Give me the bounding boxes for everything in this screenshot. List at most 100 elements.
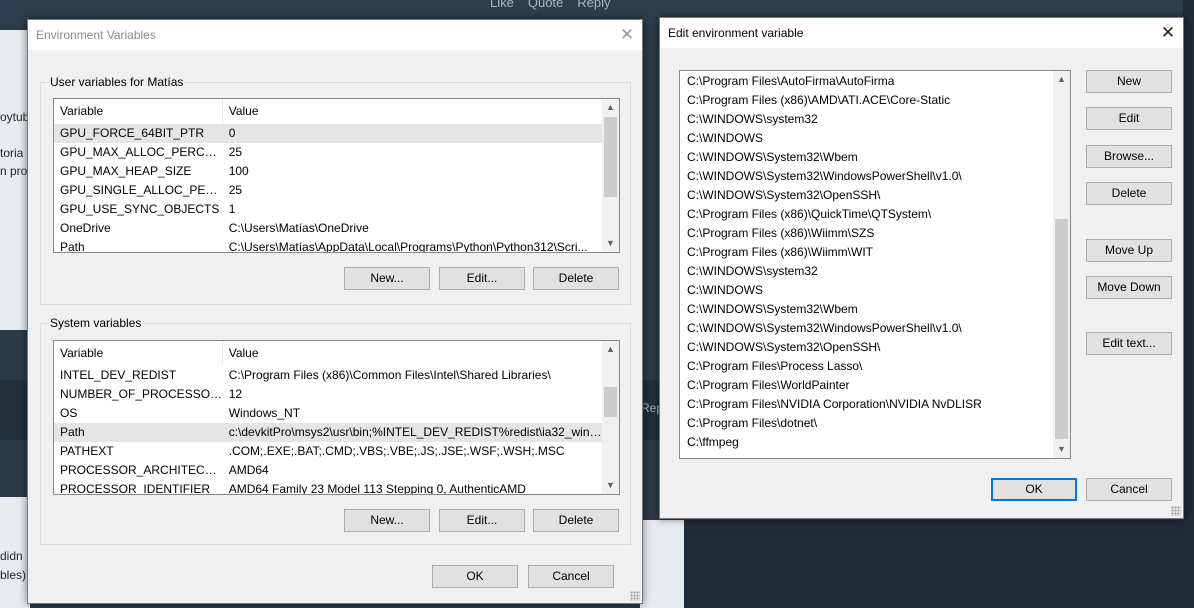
chevron-up-icon[interactable]: ▲	[602, 341, 619, 358]
cell-value: 100	[228, 164, 249, 178]
list-body: INTEL_DEV_REDIST C:\Program Files (x86)\…	[54, 366, 602, 495]
forum-dark-area	[684, 520, 1183, 608]
resize-grip-icon[interactable]	[1171, 506, 1181, 516]
vertical-scrollbar[interactable]: ▲ ▼	[602, 341, 619, 494]
list-header: Variable Value	[54, 99, 602, 123]
system-edit-button[interactable]: Edit...	[439, 509, 525, 532]
cell-variable: OS	[60, 406, 78, 420]
cancel-button[interactable]: Cancel	[1086, 478, 1172, 501]
cell-variable: INTEL_DEV_REDIST	[60, 368, 177, 382]
column-variable[interactable]: Variable	[54, 341, 223, 365]
list-item[interactable]: C:\WINDOWS\system32	[680, 110, 1053, 129]
scrollbar-thumb[interactable]	[604, 117, 617, 197]
system-variables-list[interactable]: Variable Value INTEL_DEV_REDIST C:\Progr…	[53, 340, 620, 495]
table-row[interactable]: NUMBER_OF_PROCESSORS 12	[54, 385, 602, 404]
chevron-down-icon[interactable]: ▼	[602, 477, 619, 494]
list-item[interactable]: C:\WINDOWS	[680, 129, 1053, 148]
environment-variables-window: Environment Variables ✕ User variables f…	[27, 19, 643, 604]
column-value[interactable]: Value	[223, 99, 602, 123]
forum-reply-fragment	[640, 520, 684, 608]
list-item[interactable]: C:\WINDOWS	[680, 281, 1053, 300]
list-item[interactable]: C:\Program Files\dotnet\	[680, 414, 1053, 433]
list-item[interactable]: C:\ffmpeg	[680, 433, 1053, 452]
like-link[interactable]: Like	[490, 0, 514, 10]
system-new-button[interactable]: New...	[344, 509, 430, 532]
title-bar[interactable]: Environment Variables ✕	[28, 20, 642, 50]
list-item[interactable]: C:\Program Files (x86)\Wiimm\WIT	[680, 243, 1053, 262]
table-row[interactable]: PROCESSOR_IDENTIFIER AMD64 Family 23 Mod…	[54, 480, 602, 495]
group-label: User variables for Matías	[49, 75, 185, 89]
cell-value: .COM;.EXE;.BAT;.CMD;.VBS;.VBE;.JS;.JSE;.…	[228, 444, 565, 458]
reply-link[interactable]: Reply	[577, 0, 610, 10]
forum-post-actions: Like Quote Reply	[490, 0, 611, 10]
table-row[interactable]: OneDrive C:\Users\Matías\OneDrive	[54, 219, 602, 238]
chevron-up-icon[interactable]: ▲	[1053, 71, 1070, 88]
forum-text-fragment: oytub	[0, 110, 30, 124]
edit-text-button[interactable]: Edit text...	[1086, 332, 1172, 355]
cell-variable: GPU_FORCE_64BIT_PTR	[60, 126, 205, 140]
quote-link[interactable]: Quote	[528, 0, 563, 10]
cancel-button[interactable]: Cancel	[528, 565, 614, 588]
ok-button[interactable]: OK	[991, 478, 1077, 501]
edit-button[interactable]: Edit	[1086, 107, 1172, 130]
table-row[interactable]: PROCESSOR_ARCHITECTURE AMD64	[54, 461, 602, 480]
list-item[interactable]: C:\WINDOWS\system32	[680, 262, 1053, 281]
column-value[interactable]: Value	[223, 341, 602, 365]
chevron-up-icon[interactable]: ▲	[602, 99, 619, 116]
table-row[interactable]: GPU_SINGLE_ALLOC_PERCE... 25	[54, 181, 602, 200]
vertical-scrollbar[interactable]: ▲ ▼	[1053, 71, 1070, 458]
column-variable[interactable]: Variable	[54, 99, 223, 123]
user-delete-button[interactable]: Delete	[533, 267, 619, 290]
table-row[interactable]: Path C:\Users\Matías\AppData\Local\Progr…	[54, 238, 602, 252]
list-item[interactable]: C:\Program Files (x86)\AMD\ATI.ACE\Core-…	[680, 91, 1053, 110]
cell-variable: NUMBER_OF_PROCESSORS	[60, 387, 223, 401]
table-row[interactable]: GPU_USE_SYNC_OBJECTS 1	[54, 200, 602, 219]
table-row[interactable]: OS Windows_NT	[54, 404, 602, 423]
user-variables-list[interactable]: Variable Value GPU_FORCE_64BIT_PTR 0 GPU…	[53, 98, 620, 253]
list-item[interactable]: C:\Program Files\NVIDIA Corporation\NVID…	[680, 395, 1053, 414]
list-item[interactable]: C:\WINDOWS\System32\OpenSSH\	[680, 338, 1053, 357]
move-up-button[interactable]: Move Up	[1086, 239, 1172, 262]
scrollbar-thumb[interactable]	[604, 387, 617, 417]
list-item[interactable]: C:\WINDOWS\System32\Wbem	[680, 300, 1053, 319]
cell-value: 0	[228, 126, 236, 140]
list-item[interactable]: C:\Program Files (x86)\QuickTime\QTSyste…	[680, 205, 1053, 224]
resize-grip-icon[interactable]	[630, 591, 640, 601]
path-entries-list[interactable]: C:\Program Files\AutoFirma\AutoFirma C:\…	[679, 70, 1071, 459]
move-down-button[interactable]: Move Down	[1086, 276, 1172, 299]
list-item[interactable]: C:\Program Files\Process Lasso\	[680, 357, 1053, 376]
browse-button[interactable]: Browse...	[1086, 145, 1172, 168]
list-item[interactable]: C:\WINDOWS\System32\WindowsPowerShell\v1…	[680, 319, 1053, 338]
list-item[interactable]: C:\Program Files\WorldPainter	[680, 376, 1053, 395]
chevron-down-icon[interactable]: ▼	[602, 235, 619, 252]
chevron-down-icon[interactable]: ▼	[1053, 441, 1070, 458]
cell-value: AMD64 Family 23 Model 113 Stepping 0, Au…	[228, 482, 526, 495]
new-button[interactable]: New	[1086, 70, 1172, 93]
cell-variable: PROCESSOR_ARCHITECTURE	[60, 463, 223, 477]
vertical-scrollbar[interactable]: ▲ ▼	[602, 99, 619, 252]
cell-variable: GPU_MAX_HEAP_SIZE	[60, 164, 192, 178]
system-delete-button[interactable]: Delete	[533, 509, 619, 532]
ok-button[interactable]: OK	[432, 565, 518, 588]
list-item[interactable]: C:\WINDOWS\System32\WindowsPowerShell\v1…	[680, 167, 1053, 186]
list-item[interactable]: C:\Program Files (x86)\Wiimm\SZS	[680, 224, 1053, 243]
table-row[interactable]: Path c:\devkitPro\msys2\usr\bin;%INTEL_D…	[54, 423, 602, 442]
scrollbar-thumb[interactable]	[1055, 219, 1068, 439]
cell-value: Windows_NT	[228, 406, 301, 420]
edit-environment-variable-window: Edit environment variable ✕ C:\Program F…	[659, 17, 1184, 519]
system-variables-group: System variables Variable Value INTEL_DE…	[40, 316, 631, 545]
table-row[interactable]: PATHEXT .COM;.EXE;.BAT;.CMD;.VBS;.VBE;.J…	[54, 442, 602, 461]
close-icon[interactable]: ✕	[1153, 18, 1183, 48]
list-item[interactable]: C:\WINDOWS\System32\Wbem	[680, 148, 1053, 167]
table-row[interactable]: GPU_MAX_ALLOC_PERCENT 25	[54, 143, 602, 162]
user-new-button[interactable]: New...	[344, 267, 430, 290]
list-item[interactable]: C:\Program Files\AutoFirma\AutoFirma	[680, 72, 1053, 91]
delete-button[interactable]: Delete	[1086, 182, 1172, 205]
list-item[interactable]: C:\WINDOWS\System32\OpenSSH\	[680, 186, 1053, 205]
close-icon[interactable]: ✕	[612, 20, 642, 50]
table-row[interactable]: GPU_FORCE_64BIT_PTR 0	[54, 124, 602, 143]
table-row[interactable]: INTEL_DEV_REDIST C:\Program Files (x86)\…	[54, 366, 602, 385]
title-bar[interactable]: Edit environment variable ✕	[660, 18, 1183, 48]
user-edit-button[interactable]: Edit...	[439, 267, 525, 290]
table-row[interactable]: GPU_MAX_HEAP_SIZE 100	[54, 162, 602, 181]
